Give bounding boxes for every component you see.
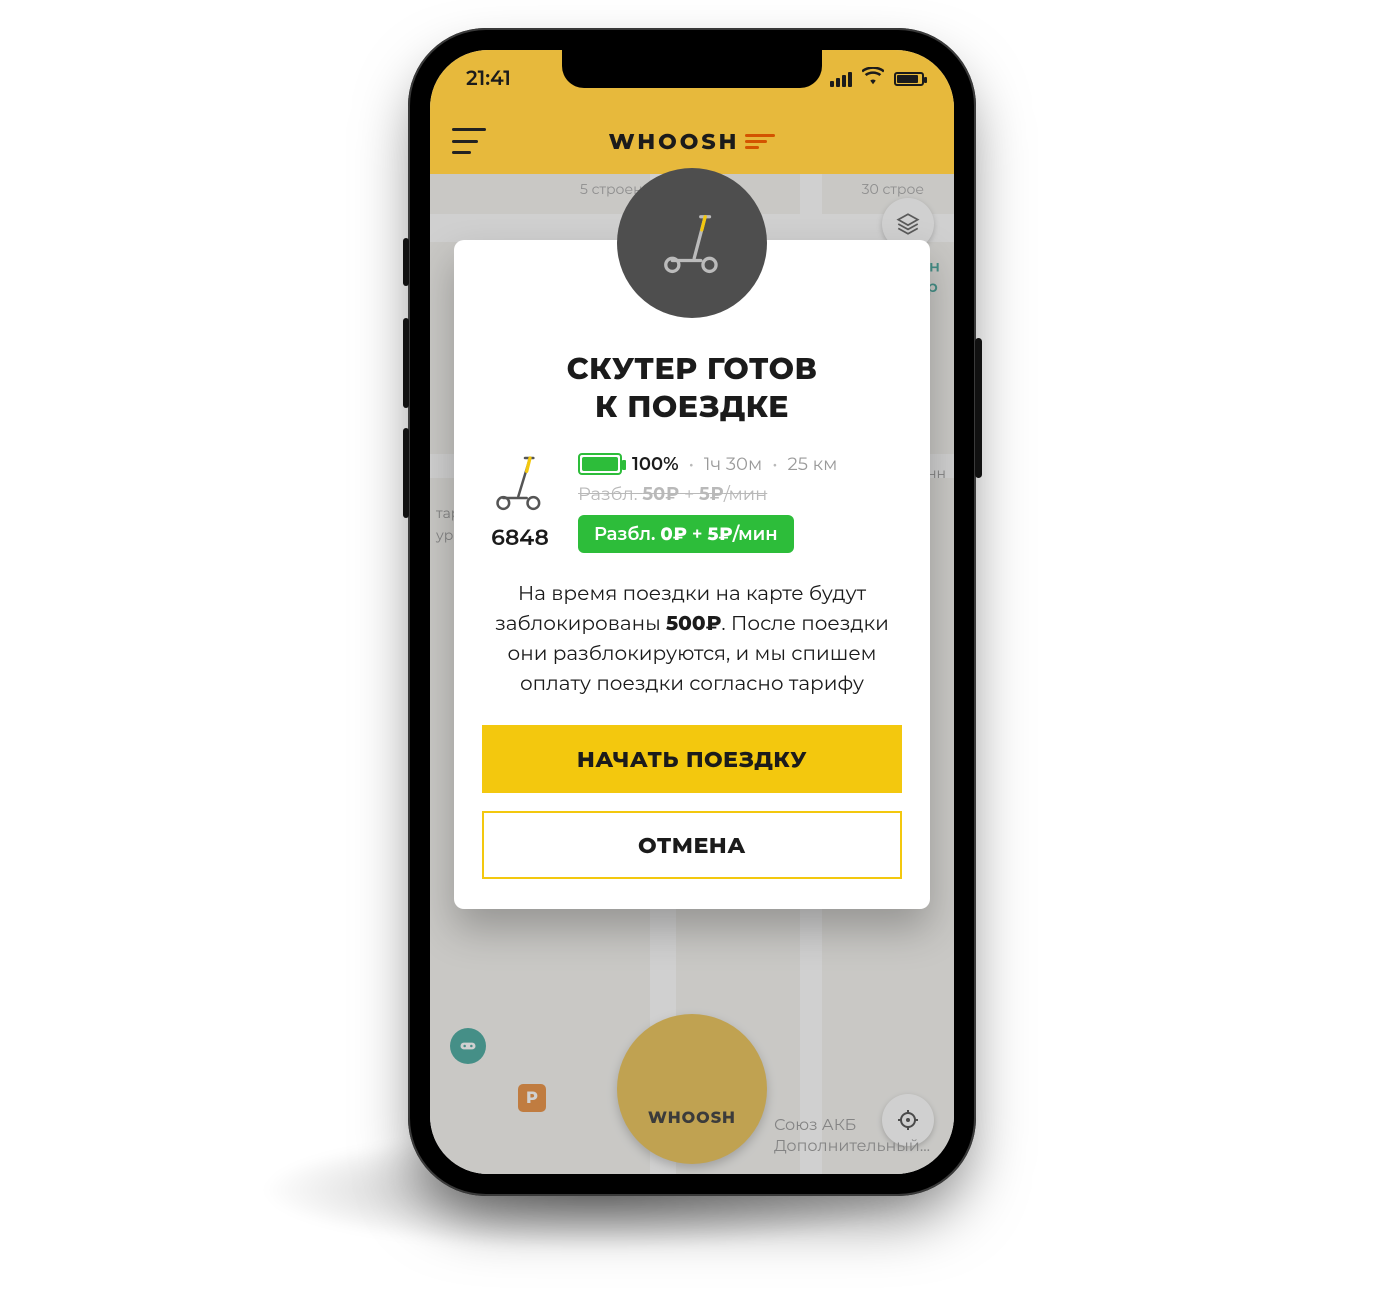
side-button (403, 238, 409, 286)
side-button (403, 428, 409, 518)
separator-dot: • (772, 453, 777, 475)
battery-icon (578, 453, 622, 475)
start-ride-button[interactable]: НАЧАТЬ ПОЕЗДКУ (482, 725, 902, 793)
battery-icon (894, 72, 924, 86)
phone-mockup: 21:41 WHOOSH 5 строение 3 30 строе P P (408, 28, 976, 1196)
modal-note: На время поездки на карте будут заблокир… (482, 579, 902, 699)
cancel-button[interactable]: ОТМЕНА (482, 811, 902, 879)
scooter-stats: 100% • 1ч 30м • 25 км Разбл. 50₽ + 5₽/ми… (578, 453, 902, 553)
status-time: 21:41 (466, 67, 511, 91)
status-icons (830, 67, 924, 91)
menu-button[interactable] (452, 128, 486, 154)
screen: 21:41 WHOOSH 5 строение 3 30 строе P P (430, 50, 954, 1174)
separator-dot: • (689, 453, 694, 475)
battery-pct: 100% (632, 453, 679, 475)
app-header: WHOOSH (430, 108, 954, 174)
signal-icon (830, 72, 852, 87)
new-price-badge: Разбл. 0₽ + 5₽/мин (578, 515, 794, 553)
wifi-icon (862, 67, 884, 91)
brand-lines-icon (745, 134, 775, 149)
side-button (403, 318, 409, 408)
scooter-icon (492, 453, 548, 513)
duration: 1ч 30м (704, 453, 762, 475)
notch (562, 50, 822, 88)
scooter-info: 6848 100% • 1ч 30м • 25 км Разбл. 50₽ + … (482, 453, 902, 553)
scooter-badge (617, 168, 767, 318)
range: 25 км (788, 453, 838, 475)
side-button (975, 338, 982, 478)
scooter-thumb: 6848 (482, 453, 558, 551)
app-brand: WHOOSH (609, 128, 776, 155)
old-price: Разбл. 50₽ + 5₽/мин (578, 483, 902, 505)
modal-title: СКУТЕР ГОТОВ К ПОЕЗДКЕ (482, 350, 902, 425)
ride-ready-modal: СКУТЕР ГОТОВ К ПОЕЗДКЕ 6848 (454, 240, 930, 909)
stats-line: 100% • 1ч 30м • 25 км (578, 453, 902, 475)
scooter-id: 6848 (482, 524, 558, 551)
scooter-icon (657, 208, 727, 278)
brand-text: WHOOSH (609, 128, 740, 155)
